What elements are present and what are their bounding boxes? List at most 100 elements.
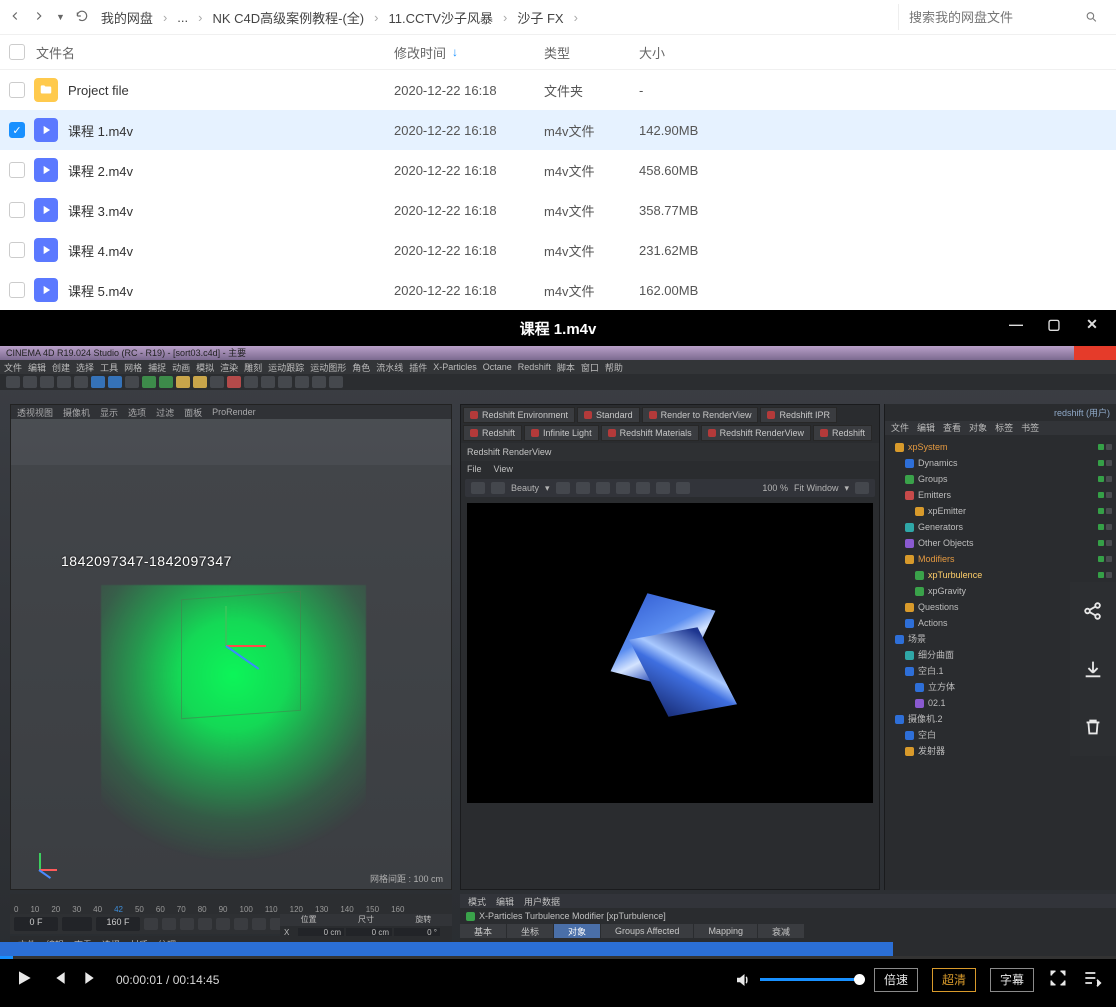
table-row[interactable]: Project file2020-12-22 16:18文件夹-	[0, 70, 1116, 110]
c4d-icon-bar	[0, 374, 1116, 390]
file-size: 358.77MB	[639, 203, 759, 218]
minimize-icon[interactable]: —	[998, 310, 1034, 338]
playlist-icon[interactable]	[1082, 968, 1102, 991]
playback-bar: 00:00:01 / 00:14:45 倍速 超清 字幕	[0, 956, 1116, 1003]
render-canvas	[467, 503, 873, 803]
breadcrumb: 我的网盘 › ... › NK C4D高级案例教程-(全) › 11.CCTV沙…	[101, 8, 898, 27]
search-input[interactable]	[909, 10, 1085, 25]
nav-refresh-icon[interactable]	[75, 9, 89, 26]
redshift-renderview-panel: Redshift EnvironmentStandardRender to Re…	[460, 404, 880, 890]
table-row[interactable]: 课程 4.m4v2020-12-22 16:18m4v文件231.62MB	[0, 230, 1116, 270]
file-type: m4v文件	[544, 161, 639, 180]
close-icon[interactable]: ✕	[1074, 310, 1110, 338]
file-size: 142.90MB	[639, 123, 759, 138]
redshift-tab-bar: Redshift EnvironmentStandardRender to Re…	[461, 405, 879, 443]
breadcrumb-ellipsis[interactable]: ...	[177, 10, 188, 25]
viewport-menu: 透视视图摄像机显示选项过滤面板ProRender	[11, 405, 451, 419]
toolbar: ▼ 我的网盘 › ... › NK C4D高级案例教程-(全) › 11.CCT…	[0, 0, 1116, 34]
c4d-close-icon	[1074, 346, 1116, 360]
layout-label: redshift (用户)	[885, 404, 1116, 421]
video-player: 课程 1.m4v — ▢ ✕ CINEMA 4D R19.024 Studio …	[0, 310, 1116, 1003]
fullscreen-icon[interactable]	[1048, 968, 1068, 991]
file-size: 458.60MB	[639, 163, 759, 178]
header-type[interactable]: 类型	[544, 43, 639, 62]
c4d-titlebar: CINEMA 4D R19.024 Studio (RC - R19) - [s…	[0, 346, 1116, 360]
c4d-menu-bar: 文件编辑创建选择工具网格捕捉动画模拟渲染雕刻运动跟踪运动图形角色流水线插件X-P…	[0, 360, 1116, 374]
object-manager-tabs: 文件编辑查看对象标签书签	[885, 421, 1116, 435]
file-name: 课程 1.m4v	[68, 121, 133, 140]
folder-icon	[34, 78, 58, 102]
renderview-menu: FileView	[461, 461, 879, 477]
search-icon[interactable]	[1085, 9, 1098, 25]
prev-button[interactable]	[48, 968, 68, 991]
file-type: m4v文件	[544, 281, 639, 300]
window-controls: — ▢ ✕	[998, 310, 1110, 338]
table-header: 文件名 修改时间↓ 类型 大小	[0, 34, 1116, 70]
file-name: 课程 3.m4v	[68, 201, 133, 220]
download-icon[interactable]	[1070, 640, 1116, 698]
video-icon	[34, 158, 58, 182]
breadcrumb-p1[interactable]: NK C4D高级案例教程-(全)	[212, 8, 364, 27]
player-titlebar: 课程 1.m4v — ▢ ✕	[0, 310, 1116, 346]
netdisk-panel: ▼ 我的网盘 › ... › NK C4D高级案例教程-(全) › 11.CCT…	[0, 0, 1116, 310]
breadcrumb-p3[interactable]: 沙子 FX	[517, 8, 563, 27]
side-action-bar	[1070, 582, 1116, 756]
file-mtime: 2020-12-22 16:18	[394, 283, 544, 298]
file-type: 文件夹	[544, 81, 639, 100]
speed-button[interactable]: 倍速	[874, 968, 918, 992]
video-icon	[34, 238, 58, 262]
volume-control[interactable]	[734, 971, 860, 989]
quality-button[interactable]: 超清	[932, 968, 976, 992]
renderview-toolbar: Beauty▾ 100 % Fit Window▾	[465, 479, 875, 497]
header-name[interactable]: 文件名	[34, 43, 394, 62]
file-size: -	[639, 83, 759, 98]
table-row[interactable]: 课程 2.m4v 2020-12-22 16:18m4v文件458.60MB	[0, 150, 1116, 190]
file-type: m4v文件	[544, 241, 639, 260]
table-row[interactable]: 课程 3.m4v2020-12-22 16:18m4v文件358.77MB	[0, 190, 1116, 230]
header-mtime[interactable]: 修改时间↓	[394, 43, 544, 62]
row-checkbox[interactable]	[9, 202, 25, 218]
file-mtime: 2020-12-22 16:18	[394, 203, 544, 218]
viewport-footer-text: 网格间距 : 100 cm	[370, 872, 443, 885]
file-mtime: 2020-12-22 16:18	[394, 163, 544, 178]
subtitle-button[interactable]: 字幕	[990, 968, 1034, 992]
nav-dropdown-icon[interactable]: ▼	[56, 12, 65, 22]
file-size: 231.62MB	[639, 243, 759, 258]
breadcrumb-root[interactable]: 我的网盘	[101, 8, 153, 27]
row-checkbox[interactable]	[9, 82, 25, 98]
renderview-title: Redshift RenderView	[461, 443, 879, 461]
play-button[interactable]	[14, 968, 34, 991]
nav-back-icon[interactable]	[8, 9, 22, 26]
sort-icon: ↓	[452, 45, 458, 59]
table-row[interactable]: 课程 5.m4v2020-12-22 16:18m4v文件162.00MB	[0, 270, 1116, 310]
next-button[interactable]	[82, 968, 102, 991]
progress-bar[interactable]	[0, 956, 1116, 959]
video-icon	[34, 198, 58, 222]
select-all-checkbox[interactable]	[9, 44, 25, 60]
time-display: 00:00:01 / 00:14:45	[116, 973, 219, 987]
c4d-screenshot: CINEMA 4D R19.024 Studio (RC - R19) - [s…	[0, 346, 1116, 956]
volume-icon[interactable]	[734, 971, 752, 989]
file-mtime: 2020-12-22 16:18	[394, 83, 544, 98]
row-checkbox[interactable]	[9, 242, 25, 258]
table-row[interactable]: 课程 1.m4v2020-12-22 16:18m4v文件142.90MB	[0, 110, 1116, 150]
share-icon[interactable]	[1070, 582, 1116, 640]
nav-buttons: ▼	[8, 9, 89, 26]
row-checkbox[interactable]	[9, 282, 25, 298]
file-name: 课程 2.m4v	[68, 161, 133, 180]
header-size[interactable]: 大小	[639, 43, 759, 62]
breadcrumb-p2[interactable]: 11.CCTV沙子风暴	[388, 8, 493, 27]
axis-indicator-icon	[33, 847, 63, 877]
row-checkbox[interactable]	[9, 122, 25, 138]
search-box[interactable]	[898, 4, 1108, 30]
c4d-status-bar	[0, 942, 1116, 956]
nav-forward-icon[interactable]	[32, 9, 46, 26]
file-size: 162.00MB	[639, 283, 759, 298]
c4d-viewport: 透视视图摄像机显示选项过滤面板ProRender 1842097347-1842…	[10, 404, 452, 890]
delete-icon[interactable]	[1070, 698, 1116, 756]
video-frame: CINEMA 4D R19.024 Studio (RC - R19) - [s…	[0, 346, 1116, 956]
file-mtime: 2020-12-22 16:18	[394, 123, 544, 138]
maximize-icon[interactable]: ▢	[1036, 310, 1072, 338]
row-checkbox[interactable]	[9, 162, 25, 178]
timeline: 0102030404250607080901001101201301401501…	[10, 894, 452, 914]
